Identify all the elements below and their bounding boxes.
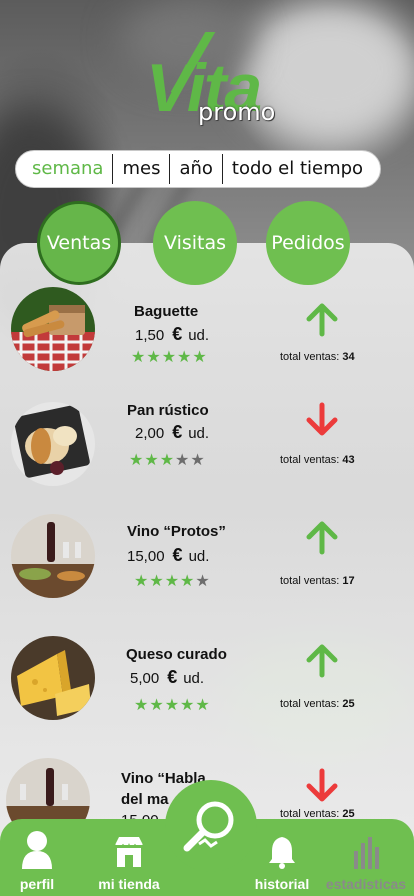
- period-selector: semana mes año todo el tiempo: [15, 150, 381, 188]
- bell-icon: [269, 837, 295, 869]
- period-option-all-time[interactable]: todo el tiempo: [221, 154, 372, 184]
- nav-history[interactable]: historial: [250, 835, 314, 892]
- product-name-line2: del ma: [121, 791, 169, 808]
- nav-shop[interactable]: mi tienda: [92, 835, 166, 892]
- search-icon: [183, 801, 234, 852]
- period-option-month[interactable]: mes: [112, 154, 169, 184]
- logo-subtext: promo: [198, 98, 276, 126]
- nav-shop-label: mi tienda: [98, 876, 160, 892]
- product-price: 1,50 € ud.: [135, 324, 210, 344]
- period-option-year[interactable]: año: [169, 154, 221, 184]
- rating-stars: ★★★★★: [134, 695, 211, 714]
- list-item[interactable]: Vino “Protos” 15,00 € ud. ★★★★★ total vent…: [0, 514, 414, 624]
- product-image-pan-rustico: [11, 402, 95, 486]
- total-sales: total ventas: 25: [280, 698, 355, 710]
- arrow-up-icon: [306, 644, 338, 678]
- product-image-baguette: [11, 287, 95, 371]
- tab-visits[interactable]: Visitas: [153, 201, 237, 285]
- product-image-vino-protos: [11, 514, 95, 598]
- total-sales: total ventas: 34: [280, 351, 355, 363]
- list-item[interactable]: Baguette 1,50 € ud. ★★★★★ total ventas: 34: [0, 283, 414, 393]
- tab-orders[interactable]: Pedidos: [266, 201, 350, 285]
- person-icon: [22, 831, 52, 869]
- rating-stars: ★★★★★: [134, 571, 211, 590]
- bar-chart-icon: [354, 837, 379, 869]
- product-price: 5,00 € ud.: [130, 667, 205, 687]
- product-image-queso-curado: [11, 636, 95, 720]
- arrow-up-icon: [306, 303, 338, 337]
- arrow-up-icon: [306, 521, 338, 555]
- period-option-week[interactable]: semana: [22, 154, 112, 184]
- product-name: Queso curado: [126, 646, 227, 663]
- total-sales: total ventas: 17: [280, 575, 355, 587]
- arrow-down-icon: [306, 402, 338, 436]
- nav-history-label: historial: [254, 876, 310, 892]
- nav-stats[interactable]: estadísticas: [320, 837, 412, 892]
- search-button[interactable]: [165, 780, 257, 872]
- product-price: 2,00 € ud.: [135, 422, 210, 442]
- shop-icon: [114, 837, 144, 867]
- tab-sales[interactable]: Ventas: [37, 201, 121, 285]
- product-name: Vino “Protos”: [127, 523, 226, 540]
- list-item[interactable]: Queso curado 5,00 € ud. ★★★★★ total ventas…: [0, 634, 414, 744]
- rating-stars: ★★★★★: [129, 450, 206, 469]
- nav-profile[interactable]: perfil: [14, 829, 60, 892]
- product-name: Baguette: [134, 303, 199, 320]
- vita-promo-logo: Vita promo: [140, 30, 280, 126]
- arrow-down-icon: [306, 768, 338, 802]
- rating-stars: ★★★★★: [131, 347, 208, 366]
- nav-stats-label: estadísticas: [325, 876, 407, 892]
- list-item[interactable]: Pan rústico 2,00 € ud. ★★★★★ total ventas:…: [0, 400, 414, 510]
- nav-profile-label: perfil: [19, 876, 55, 892]
- product-price: 15,00 € ud.: [127, 545, 210, 565]
- product-name: Pan rústico: [127, 402, 209, 419]
- total-sales: total ventas: 43: [280, 454, 355, 466]
